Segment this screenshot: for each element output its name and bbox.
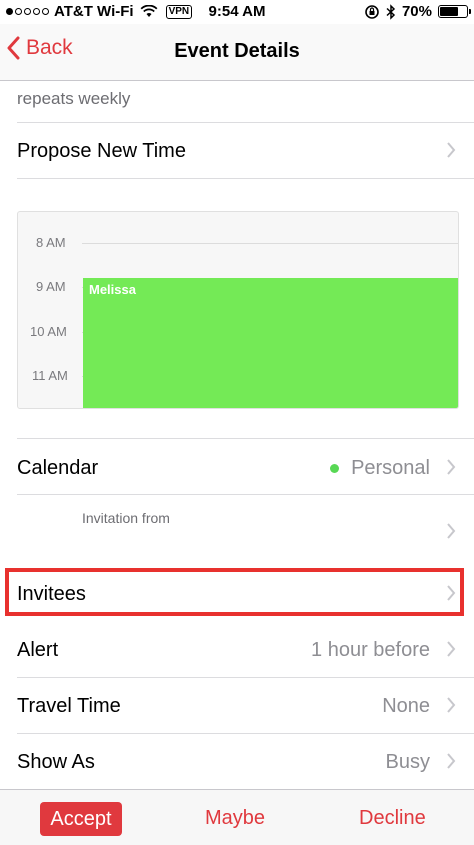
battery-fill bbox=[440, 7, 459, 16]
show-as-value: Busy bbox=[385, 751, 430, 773]
hour-label: 9 AM bbox=[36, 279, 66, 294]
event-details-content[interactable]: repeats weekly Propose New Time 8 AM 9 A… bbox=[0, 81, 474, 789]
chevron-right-icon bbox=[447, 641, 456, 657]
hour-label: 8 AM bbox=[36, 235, 66, 250]
alert-label: Alert bbox=[17, 639, 59, 661]
calendar-row[interactable]: Calendar Personal bbox=[0, 439, 474, 494]
chevron-right-icon bbox=[447, 459, 456, 475]
show-as-row[interactable]: Show As Busy bbox=[0, 734, 474, 789]
travel-time-label: Travel Time bbox=[17, 695, 121, 717]
event-name: Melissa bbox=[89, 282, 136, 297]
alert-value: 1 hour before bbox=[311, 639, 430, 661]
status-bar: AT&T Wi-Fi VPN 9:54 AM 70% bbox=[0, 0, 474, 24]
highlight-box bbox=[5, 568, 464, 616]
travel-time-row[interactable]: Travel Time None bbox=[0, 678, 474, 733]
calendar-label: Calendar bbox=[17, 457, 99, 479]
chevron-right-icon bbox=[447, 753, 456, 769]
accept-button[interactable]: Accept bbox=[40, 802, 122, 836]
invitation-from-label: Invitation from bbox=[82, 510, 170, 526]
propose-new-time-label: Propose New Time bbox=[17, 140, 186, 162]
invitation-from-row[interactable]: Invitation from bbox=[0, 495, 474, 565]
repeat-info: repeats weekly bbox=[17, 89, 131, 108]
propose-new-time-row[interactable]: Propose New Time bbox=[0, 123, 474, 178]
hour-line bbox=[82, 243, 458, 244]
status-right: 70% bbox=[364, 3, 471, 20]
show-as-label: Show As bbox=[17, 751, 95, 773]
response-toolbar: Accept Maybe Decline bbox=[0, 789, 474, 845]
navigation-bar: Back Event Details bbox=[0, 24, 474, 81]
calendar-color-dot bbox=[330, 464, 340, 473]
alert-row[interactable]: Alert 1 hour before bbox=[0, 622, 474, 677]
decline-button[interactable]: Decline bbox=[359, 807, 426, 830]
battery-percentage: 70% bbox=[401, 3, 432, 20]
hour-label: 11 AM bbox=[32, 368, 68, 383]
chevron-right-icon bbox=[447, 142, 456, 158]
bluetooth-icon bbox=[386, 3, 396, 20]
calendar-value: Personal bbox=[330, 457, 430, 480]
calendar-day-preview: 8 AM 9 AM 10 AM 11 AM Melissa bbox=[17, 211, 459, 409]
chevron-right-icon bbox=[447, 697, 456, 713]
rotation-lock-icon bbox=[365, 4, 379, 19]
hour-label: 10 AM bbox=[30, 324, 67, 339]
calendar-name: Personal bbox=[351, 457, 430, 479]
chevron-right-icon bbox=[447, 523, 456, 539]
battery-icon bbox=[438, 5, 471, 18]
divider bbox=[17, 178, 474, 179]
maybe-button[interactable]: Maybe bbox=[205, 807, 265, 830]
page-title: Event Details bbox=[174, 40, 300, 62]
event-block: Melissa bbox=[83, 278, 458, 408]
travel-time-value: None bbox=[382, 695, 430, 717]
